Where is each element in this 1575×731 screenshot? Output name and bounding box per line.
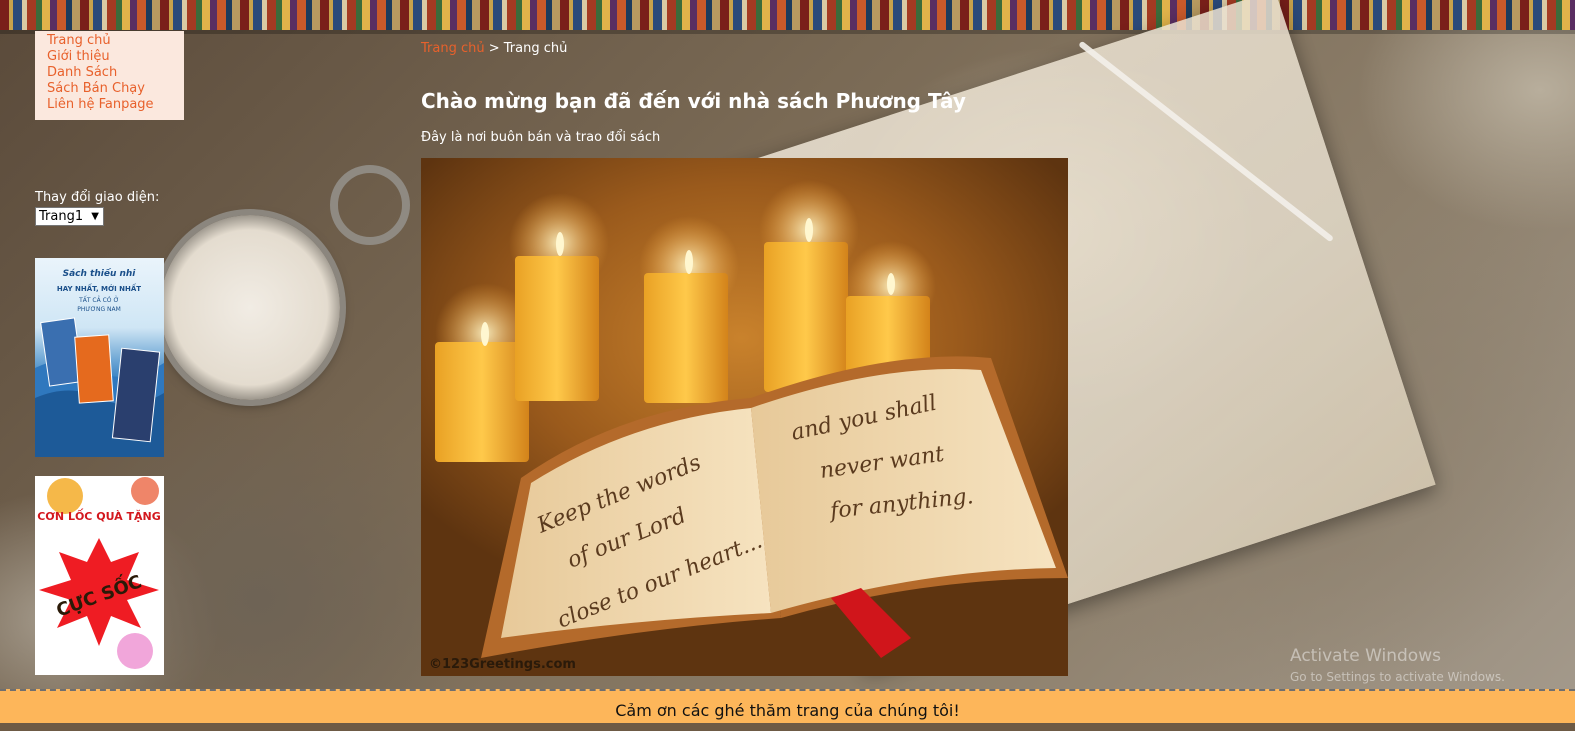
page-title: Chào mừng bạn đã đến với nhà sách Phương… [421, 89, 966, 113]
breadcrumb-separator: > [488, 41, 500, 56]
ad-children-books[interactable]: Sách thiếu nhi HAY NHẤT, MỚI NHẤT TẤT CẢ… [35, 258, 164, 457]
ad2-deco3 [117, 633, 153, 669]
ad2-deco1 [47, 478, 83, 514]
chevron-down-icon: ▼ [91, 211, 99, 222]
breadcrumb-home-link[interactable]: Trang chủ [421, 41, 485, 56]
hero-credit: ©123Greetings.com [429, 657, 576, 672]
theme-select[interactable]: Trang1 ▼ [35, 207, 104, 226]
hero-image: Keep the words of our Lord close to our … [421, 158, 1068, 676]
menu-item-about[interactable]: Giới thiệu [47, 49, 184, 65]
theme-select-value: Trang1 [39, 209, 84, 224]
ad-children-books-art: Sách thiếu nhi HAY NHẤT, MỚI NHẤT TẤT CẢ… [35, 268, 164, 457]
theme-label: Thay đổi giao diện: [35, 190, 160, 205]
menu-item-bestsellers[interactable]: Sách Bán Chạy [47, 81, 184, 97]
page-subtitle: Đây là nơi buôn bán và trao đổi sách [421, 130, 661, 145]
ad1-line1: Sách thiếu nhi [63, 268, 137, 279]
breadcrumb-current: Trang chủ [503, 41, 568, 56]
ad-gift-promo-art: CƠN LỐC QUÀ TẶNG CỰC SỐC [37, 477, 161, 669]
footer-text: Cảm ơn các ghé thăm trang của chúng tôi! [615, 701, 960, 720]
hero-illustration: Keep the words of our Lord close to our … [429, 180, 1068, 672]
ad2-line1: CƠN LỐC QUÀ TẶNG [37, 508, 161, 523]
ad1-line3: TẤT CẢ CÓ Ở [78, 296, 119, 304]
footer: Cảm ơn các ghé thăm trang của chúng tôi! [0, 689, 1575, 723]
ad1-line4: PHƯƠNG NAM [77, 306, 121, 313]
background-watch-ring [330, 165, 410, 245]
menu-item-home[interactable]: Trang chủ [47, 33, 184, 49]
ad-gift-promo[interactable]: CƠN LỐC QUÀ TẶNG CỰC SỐC [35, 476, 164, 675]
menu-item-fanpage[interactable]: Liên hệ Fanpage [47, 97, 184, 113]
activate-windows-title: Activate Windows [1290, 646, 1441, 666]
activate-windows-subtitle: Go to Settings to activate Windows. [1290, 670, 1505, 684]
main-menu: Trang chủ Giới thiệu Danh Sách Sách Bán … [35, 31, 184, 120]
background-pocket-watch [160, 215, 340, 400]
breadcrumb: Trang chủ > Trang chủ [421, 41, 567, 56]
ad1-book2 [74, 334, 114, 404]
menu-item-book-list[interactable]: Danh Sách [47, 65, 184, 81]
ad2-deco2 [131, 477, 159, 505]
bookshelf-banner [0, 0, 1575, 30]
ad1-line2: HAY NHẤT, MỚI NHẤT [57, 283, 141, 293]
shelf-shadow [0, 30, 1575, 34]
